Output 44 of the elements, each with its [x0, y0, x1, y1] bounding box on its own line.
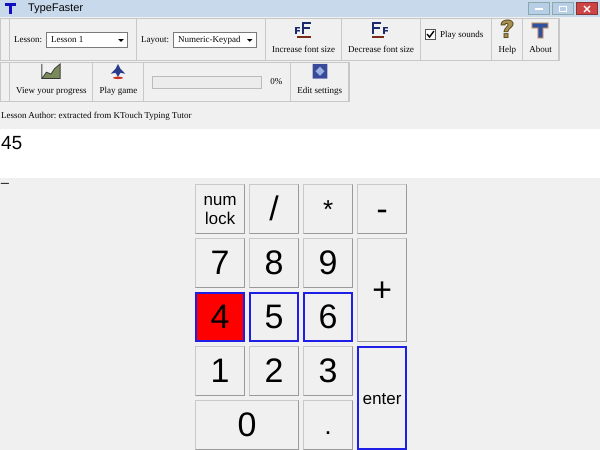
- typed-text: 45: [1, 133, 24, 155]
- progress-reading: 0%: [270, 75, 282, 88]
- keypad-key[interactable]: 5: [249, 292, 299, 342]
- keypad-key[interactable]: 0: [195, 400, 299, 450]
- chart-icon: [40, 63, 62, 80]
- keypad-key[interactable]: 8: [249, 238, 299, 288]
- keypad-key[interactable]: .: [303, 400, 353, 450]
- keypad-key[interactable]: *: [303, 184, 353, 234]
- increase-font-button[interactable]: Increase font size: [266, 19, 342, 60]
- keypad-key[interactable]: enter: [357, 346, 407, 450]
- play-game-button[interactable]: Play game: [93, 63, 144, 101]
- play-sounds-checkbox[interactable]: Play sounds: [424, 28, 484, 42]
- about-button[interactable]: About: [523, 19, 559, 60]
- font-size-icon: [370, 20, 391, 38]
- decrease-font-button[interactable]: Decrease font size: [342, 19, 421, 60]
- keypad-key[interactable]: 2: [249, 346, 299, 396]
- lesson-dropdown[interactable]: Lesson 1: [46, 32, 128, 48]
- app-logo-icon: [4, 2, 16, 14]
- keypad-key[interactable]: num lock: [195, 184, 245, 234]
- font-size-icon: [293, 20, 314, 38]
- close-icon: [583, 4, 591, 12]
- checkmark-icon: [426, 30, 435, 40]
- minimize-button[interactable]: [528, 2, 550, 15]
- edit-settings-button[interactable]: Edit settings: [291, 63, 349, 101]
- layout-dropdown[interactable]: Numeric-Keypad: [173, 32, 257, 48]
- window-title: TypeFaster: [28, 1, 84, 16]
- close-button[interactable]: [576, 2, 598, 15]
- view-progress-button[interactable]: View your progress: [10, 63, 94, 101]
- keypad-key[interactable]: 7: [195, 238, 245, 288]
- help-button[interactable]: Help: [492, 19, 524, 60]
- keypad-key[interactable]: 1: [195, 346, 245, 396]
- settings-icon: [310, 63, 329, 80]
- keypad-key[interactable]: 9: [303, 238, 353, 288]
- keypad-key[interactable]: 3: [303, 346, 353, 396]
- question-mark-icon: [498, 19, 516, 38]
- keypad-key[interactable]: 6: [303, 292, 353, 342]
- keypad-key[interactable]: /: [249, 184, 299, 234]
- logo-icon: [531, 20, 550, 38]
- lesson-author-text: Lesson Author: extracted from KTouch Typing Tutor: [0, 108, 192, 122]
- keypad-key[interactable]: +: [357, 238, 407, 342]
- keypad-key[interactable]: 4: [195, 292, 245, 342]
- keypad-key[interactable]: -: [357, 184, 407, 234]
- layout-label: Layout:: [141, 32, 169, 46]
- lesson-label: Lesson:: [14, 32, 42, 46]
